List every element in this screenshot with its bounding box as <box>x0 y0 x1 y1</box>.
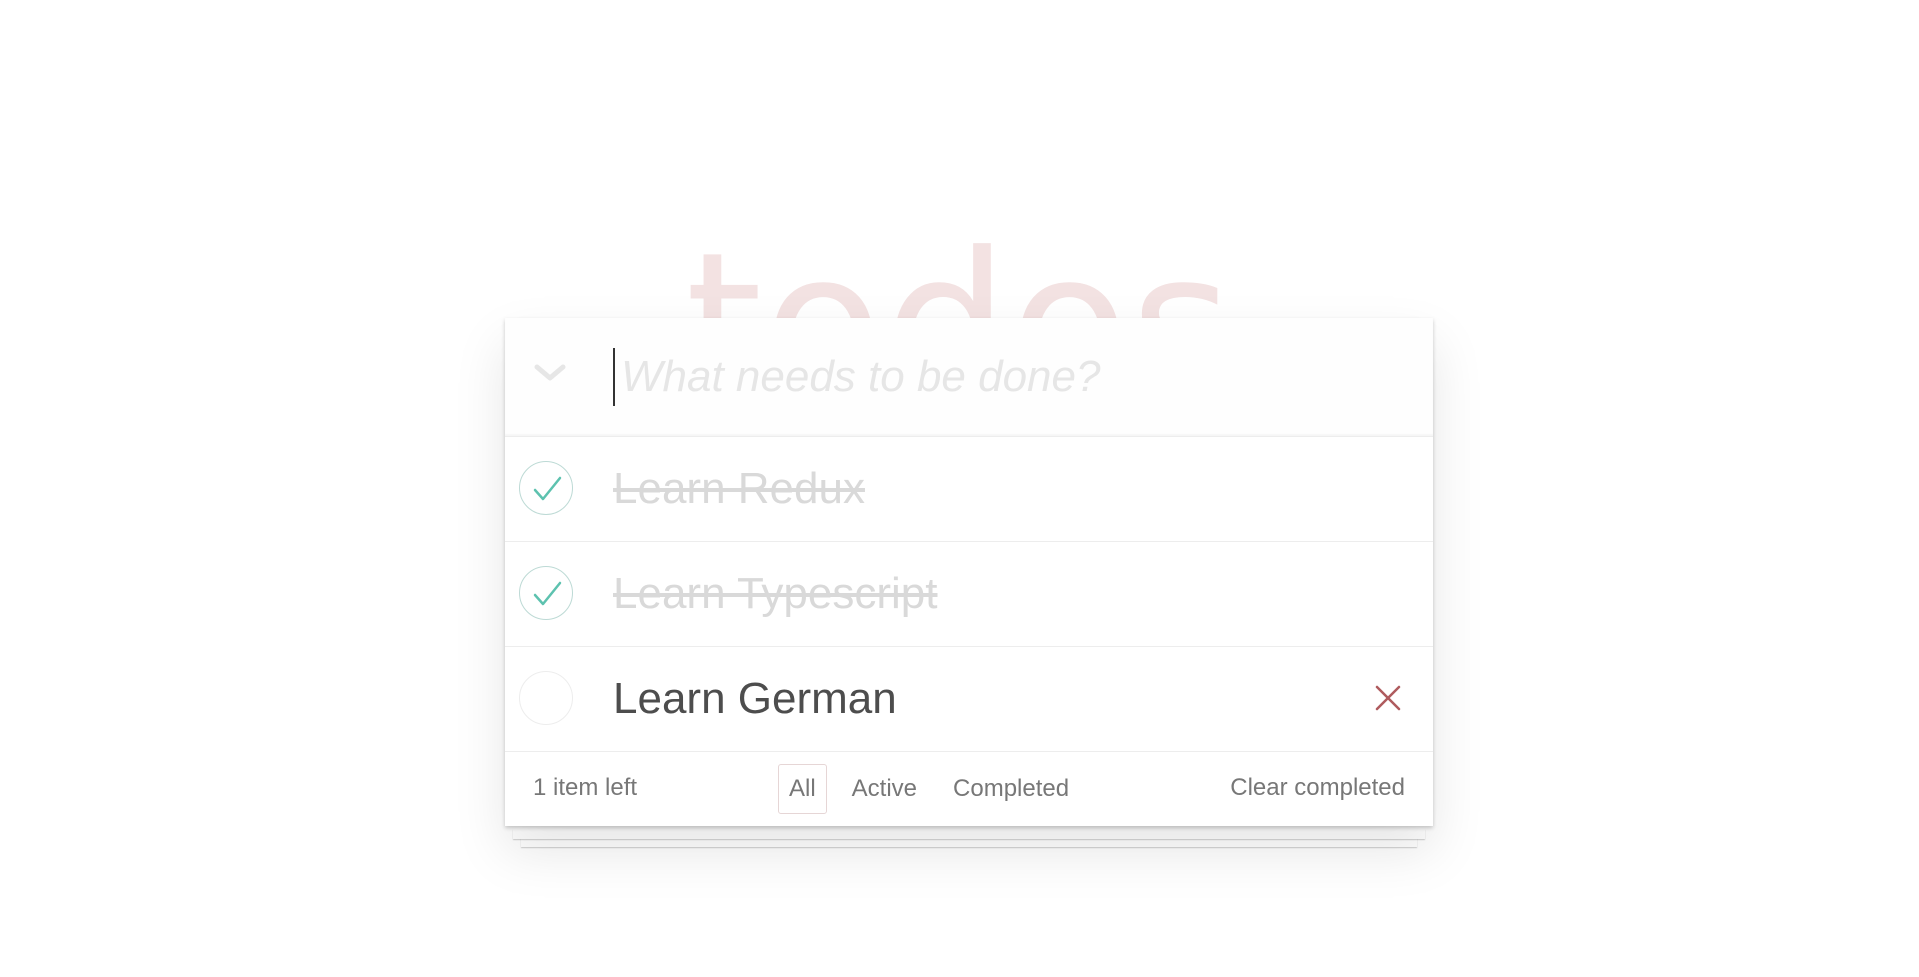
filter-all[interactable]: All <box>778 764 827 814</box>
todo-label[interactable]: Learn Typescript <box>613 568 937 620</box>
todo-toggle-checkbox[interactable] <box>519 461 573 515</box>
checkmark-icon <box>533 581 562 606</box>
chevron-down-icon <box>534 364 566 381</box>
checkmark-icon <box>533 476 562 501</box>
new-todo-input[interactable] <box>613 348 1401 406</box>
todo-item: Learn German <box>505 647 1433 752</box>
todo-item: Learn Typescript <box>505 542 1433 647</box>
stack-shadow-middle <box>513 829 1425 839</box>
todo-toggle-checkbox[interactable] <box>519 566 573 620</box>
todo-toggle-checkbox[interactable] <box>519 671 573 725</box>
filter-tabs: All Active Completed <box>778 764 1080 814</box>
toggle-all-button[interactable] <box>525 348 575 398</box>
todo-app-panel: Learn Redux Learn Typescript Learn Germa… <box>505 318 1433 826</box>
todo-item: Learn Redux <box>505 437 1433 542</box>
close-icon <box>1375 685 1401 711</box>
delete-todo-button[interactable] <box>1371 681 1405 715</box>
items-left-count: 1 item left <box>533 774 638 801</box>
todo-label[interactable]: Learn German <box>613 673 897 725</box>
new-todo-header <box>505 318 1433 437</box>
filter-completed[interactable]: Completed <box>942 764 1080 814</box>
todo-list: Learn Redux Learn Typescript Learn Germa… <box>505 437 1433 752</box>
todo-label[interactable]: Learn Redux <box>613 463 865 515</box>
todo-footer: 1 item left All Active Completed Clear c… <box>505 752 1433 826</box>
clear-completed-button[interactable]: Clear completed <box>1230 774 1405 802</box>
filter-active[interactable]: Active <box>841 764 928 814</box>
